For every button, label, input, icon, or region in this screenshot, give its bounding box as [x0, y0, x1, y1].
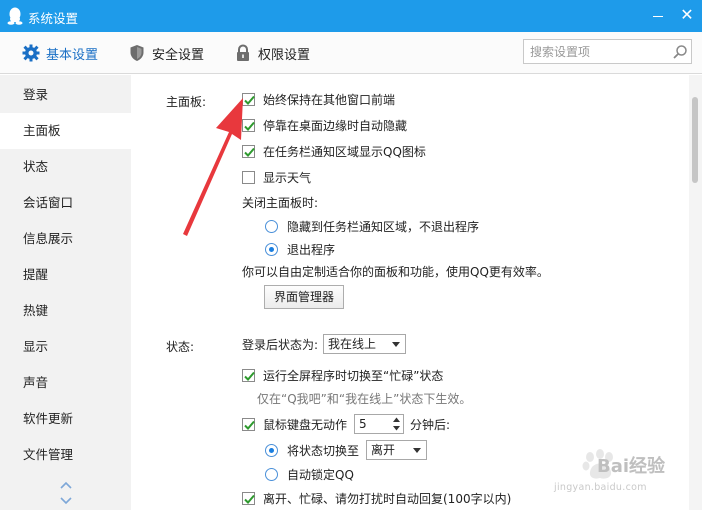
option-label: 停靠在桌面边缘时自动隐藏: [263, 118, 408, 133]
select-value: 离开: [371, 443, 396, 457]
watermark-brand: Bai经验: [597, 452, 665, 478]
radio-button[interactable]: [265, 467, 278, 481]
option-auto-hide[interactable]: 停靠在桌面边缘时自动隐藏: [242, 116, 407, 134]
watermark-url: jingyan.baidu.com: [554, 482, 647, 493]
section-label-main-panel: 主面板:: [166, 95, 207, 109]
tab-label: 基本设置: [46, 47, 99, 63]
checkbox-checked[interactable]: [242, 417, 255, 431]
checkbox-checked[interactable]: [242, 144, 255, 158]
option-label: 始终保持在其他窗口前端: [263, 92, 396, 107]
checkbox-checked[interactable]: [242, 92, 255, 106]
select-value: 我在线上: [328, 337, 377, 351]
stepper-value: 5: [359, 417, 367, 431]
after-login-status-select[interactable]: 我在线上: [323, 334, 406, 354]
radio-label: 退出程序: [287, 242, 336, 257]
tab-permission-settings[interactable]: 权限设置: [234, 32, 310, 74]
stepper-down-icon[interactable]: [390, 424, 403, 433]
search-icon[interactable]: [672, 44, 688, 60]
radio-label: 自动锁定QQ: [287, 467, 354, 482]
radio-button[interactable]: [265, 219, 278, 233]
sidebar-item-reminder[interactable]: 提醒: [0, 257, 131, 293]
custom-hint-text: 你可以自由定制适合你的面板和功能，使用QQ更有效率。: [242, 264, 549, 279]
watermark-brand-suffix: 经验: [629, 456, 666, 477]
radio-switch-status[interactable]: 将状态切换至: [265, 441, 359, 459]
lock-icon: [237, 44, 249, 61]
custom-hint: 你可以自由定制适合你的面板和功能，使用QQ更有效率。: [242, 262, 549, 280]
radio-button-selected[interactable]: [265, 242, 278, 256]
close-main-panel-label: 关闭主面板时:: [242, 193, 318, 211]
sidebar-item-main-panel[interactable]: 主面板: [0, 113, 131, 149]
chevron-down-icon: [413, 448, 421, 453]
tab-label: 权限设置: [258, 47, 311, 63]
checkbox-checked[interactable]: [242, 118, 255, 132]
tab-security-settings[interactable]: 安全设置: [128, 32, 204, 74]
option-label: 鼠标键盘无动作: [263, 417, 348, 432]
stepper-up-icon[interactable]: [390, 415, 403, 424]
sidebar: 登录 主面板 状态 会话窗口 信息展示 提醒 热键 显示 声音 软件更新 文件管…: [0, 75, 131, 510]
checkbox-checked[interactable]: [242, 368, 255, 382]
sidebar-item-status[interactable]: 状态: [0, 149, 131, 185]
fullscreen-note: 仅在“Q我吧”和“我在线上”状态下生效。: [257, 389, 471, 407]
after-login-status-label: 登录后状态为:: [242, 335, 318, 353]
option-fullscreen-busy[interactable]: 运行全屏程序时切换至“忙碌”状态: [242, 366, 443, 384]
check-icon: [244, 147, 255, 157]
sidebar-scroll-arrows-icon[interactable]: [58, 479, 74, 507]
gear-icon: [22, 44, 40, 62]
checkbox-checked[interactable]: [242, 491, 255, 505]
option-label: 离开、忙碌、请勿打扰时自动回复(100字以内): [263, 491, 512, 506]
interface-manager-button[interactable]: 界面管理器: [264, 285, 345, 309]
shield-icon: [130, 45, 144, 61]
sidebar-item-sound[interactable]: 声音: [0, 365, 131, 401]
window-title: 系统设置: [28, 11, 79, 26]
chevron-down-icon: [392, 342, 400, 347]
check-icon: [244, 121, 255, 131]
fullscreen-note-text: 仅在“Q我吧”和“我在线上”状态下生效。: [257, 391, 472, 406]
idle-minutes-stepper[interactable]: 5: [354, 414, 404, 434]
radio-label: 隐藏到任务栏通知区域，不退出程序: [287, 219, 480, 234]
section-label-status: 状态:: [166, 340, 195, 354]
radio-label: 将状态切换至: [287, 443, 360, 458]
switch-status-select[interactable]: 离开: [366, 440, 427, 460]
title-bar: 系统设置 ✕: [0, 0, 702, 32]
option-always-on-top[interactable]: 始终保持在其他窗口前端: [242, 90, 395, 108]
option-idle[interactable]: 鼠标键盘无动作: [242, 415, 347, 433]
check-icon: [244, 371, 255, 381]
check-icon: [244, 494, 255, 504]
sidebar-item-file-management[interactable]: 文件管理: [0, 437, 131, 473]
search-input[interactable]: [530, 43, 666, 60]
option-tray-icon[interactable]: 在任务栏通知区域显示QQ图标: [242, 142, 426, 160]
option-show-weather[interactable]: 显示天气: [242, 168, 311, 186]
sidebar-item-display[interactable]: 显示: [0, 329, 131, 365]
sidebar-item-login[interactable]: 登录: [0, 77, 131, 113]
idle-suffix-text: 分钟后:: [410, 417, 451, 432]
checkbox-unchecked[interactable]: [242, 170, 255, 184]
sidebar-item-hotkey[interactable]: 热键: [0, 293, 131, 329]
qq-logo-icon: [7, 7, 23, 25]
radio-button-selected[interactable]: [265, 443, 278, 457]
search-box: [523, 39, 692, 64]
scrollbar-thumb[interactable]: [692, 97, 698, 183]
check-icon: [244, 420, 255, 430]
option-label: 运行全屏程序时切换至“忙碌”状态: [263, 368, 444, 383]
tab-label: 安全设置: [152, 47, 205, 63]
sidebar-item-chat-window[interactable]: 会话窗口: [0, 185, 131, 221]
check-icon: [244, 95, 255, 105]
option-auto-reply[interactable]: 离开、忙碌、请勿打扰时自动回复(100字以内): [242, 489, 511, 507]
radio-exit-program[interactable]: 退出程序: [265, 240, 335, 258]
tab-bar: 基本设置 安全设置 权限设置: [0, 32, 702, 74]
close-label-text: 关闭主面板时:: [242, 195, 319, 210]
radio-hide-to-tray[interactable]: 隐藏到任务栏通知区域，不退出程序: [265, 217, 479, 235]
minimize-button[interactable]: [647, 6, 669, 26]
option-label: 在任务栏通知区域显示QQ图标: [263, 144, 426, 159]
tab-basic-settings[interactable]: 基本设置: [22, 32, 98, 74]
option-label: 显示天气: [263, 170, 312, 185]
after-login-text: 登录后状态为:: [242, 337, 319, 352]
radio-auto-lock[interactable]: 自动锁定QQ: [265, 465, 354, 483]
sidebar-item-software-update[interactable]: 软件更新: [0, 401, 131, 437]
watermark-brand-text: Bai: [597, 456, 630, 477]
close-button[interactable]: ✕: [676, 6, 698, 26]
sidebar-item-info-display[interactable]: 信息展示: [0, 221, 131, 257]
idle-suffix: 分钟后:: [410, 415, 450, 433]
